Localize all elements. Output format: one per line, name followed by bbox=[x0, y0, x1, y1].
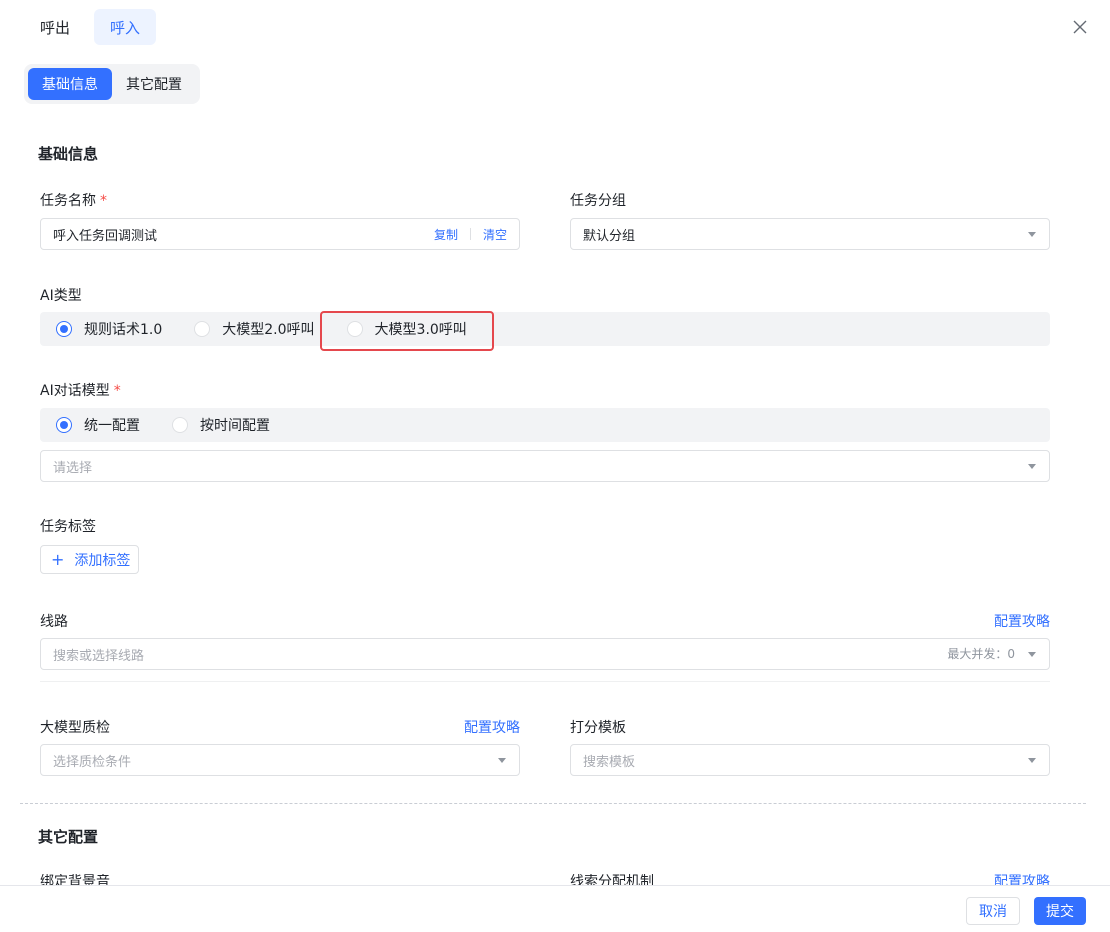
highlight-annotation bbox=[320, 311, 494, 351]
section-segment: 基础信息 其它配置 bbox=[24, 64, 200, 104]
task-name-value: 呼入任务回调测试 bbox=[53, 228, 158, 244]
qc-placeholder: 选择质检条件 bbox=[53, 754, 132, 770]
radio-circle-icon bbox=[56, 321, 72, 337]
section-title-other: 其它配置 bbox=[38, 828, 99, 846]
lead-dist-guide-link[interactable]: 配置攻略 bbox=[994, 874, 1050, 885]
plus-icon: + bbox=[51, 550, 65, 569]
footer-bar: 取消 提交 bbox=[0, 885, 1110, 932]
caret-down-icon bbox=[1028, 652, 1036, 657]
ai-type-radio-group: 规则话术1.0 大模型2.0呼叫 大模型3.0呼叫 bbox=[40, 312, 1050, 346]
caret-down-icon bbox=[1028, 232, 1036, 237]
bg-music-label: 绑定背景音 bbox=[40, 874, 110, 885]
task-group-select[interactable]: 默认分组 bbox=[570, 218, 1050, 250]
task-tags-label: 任务标签 bbox=[40, 519, 96, 535]
dialog-model-radio-group: 统一配置 按时间配置 bbox=[40, 408, 1050, 442]
add-tag-button[interactable]: + 添加标签 bbox=[40, 545, 140, 574]
tab-outbound[interactable]: 呼出 bbox=[24, 9, 86, 45]
radio-llm-2[interactable]: 大模型2.0呼叫 bbox=[194, 319, 315, 339]
caret-down-icon bbox=[1028, 758, 1036, 763]
direction-tabs: 呼出 呼入 bbox=[24, 9, 164, 45]
lead-dist-label: 线索分配机制 bbox=[570, 874, 654, 885]
ai-type-label: AI类型 bbox=[40, 288, 82, 304]
submit-button[interactable]: 提交 bbox=[1034, 897, 1086, 925]
required-mark: * bbox=[100, 193, 107, 209]
caret-down-icon bbox=[1028, 464, 1036, 469]
task-name-input[interactable]: 呼入任务回调测试 复制 清空 bbox=[40, 218, 520, 250]
qc-guide-link[interactable]: 配置攻略 bbox=[464, 717, 520, 737]
radio-unified-config[interactable]: 统一配置 bbox=[56, 415, 140, 435]
close-icon[interactable] bbox=[1070, 17, 1090, 37]
required-mark: * bbox=[113, 383, 121, 399]
radio-circle-icon bbox=[56, 417, 72, 433]
segment-basic-info[interactable]: 基础信息 bbox=[28, 68, 112, 100]
dialog-model-placeholder: 请选择 bbox=[53, 460, 93, 476]
dialog-model-select[interactable]: 请选择 bbox=[40, 450, 1050, 482]
radio-circle-icon bbox=[194, 321, 211, 337]
radio-time-config[interactable]: 按时间配置 bbox=[172, 415, 270, 435]
clear-link[interactable]: 清空 bbox=[483, 226, 507, 243]
route-label: 线路 bbox=[40, 614, 68, 630]
route-guide-link[interactable]: 配置攻略 bbox=[994, 611, 1050, 631]
section-title-basic: 基础信息 bbox=[38, 145, 99, 163]
task-group-label: 任务分组 bbox=[570, 193, 626, 209]
radio-rule-script[interactable]: 规则话术1.0 bbox=[56, 319, 162, 339]
qc-select[interactable]: 选择质检条件 bbox=[40, 744, 520, 776]
score-template-placeholder: 搜索模板 bbox=[583, 754, 636, 770]
max-concurrency: 最大并发：0 bbox=[947, 647, 1015, 661]
task-group-value: 默认分组 bbox=[583, 228, 636, 244]
route-placeholder: 搜索或选择线路 bbox=[53, 648, 145, 664]
divider bbox=[40, 681, 1050, 682]
segment-other-config[interactable]: 其它配置 bbox=[112, 68, 196, 100]
tab-inbound[interactable]: 呼入 bbox=[94, 9, 157, 45]
score-template-select[interactable]: 搜索模板 bbox=[570, 744, 1050, 776]
route-select[interactable]: 搜索或选择线路 最大并发：0 bbox=[40, 638, 1050, 670]
cancel-button[interactable]: 取消 bbox=[966, 897, 1020, 925]
dialog-model-label: AI对话模型 * bbox=[40, 383, 121, 399]
radio-circle-icon bbox=[172, 417, 188, 433]
separator bbox=[469, 228, 471, 240]
qc-label: 大模型质检 bbox=[40, 720, 110, 736]
task-name-label: 任务名称 * bbox=[40, 193, 107, 209]
copy-link[interactable]: 复制 bbox=[434, 226, 458, 243]
caret-down-icon bbox=[498, 758, 506, 763]
score-template-label: 打分模板 bbox=[570, 720, 626, 736]
section-divider bbox=[20, 803, 1086, 804]
